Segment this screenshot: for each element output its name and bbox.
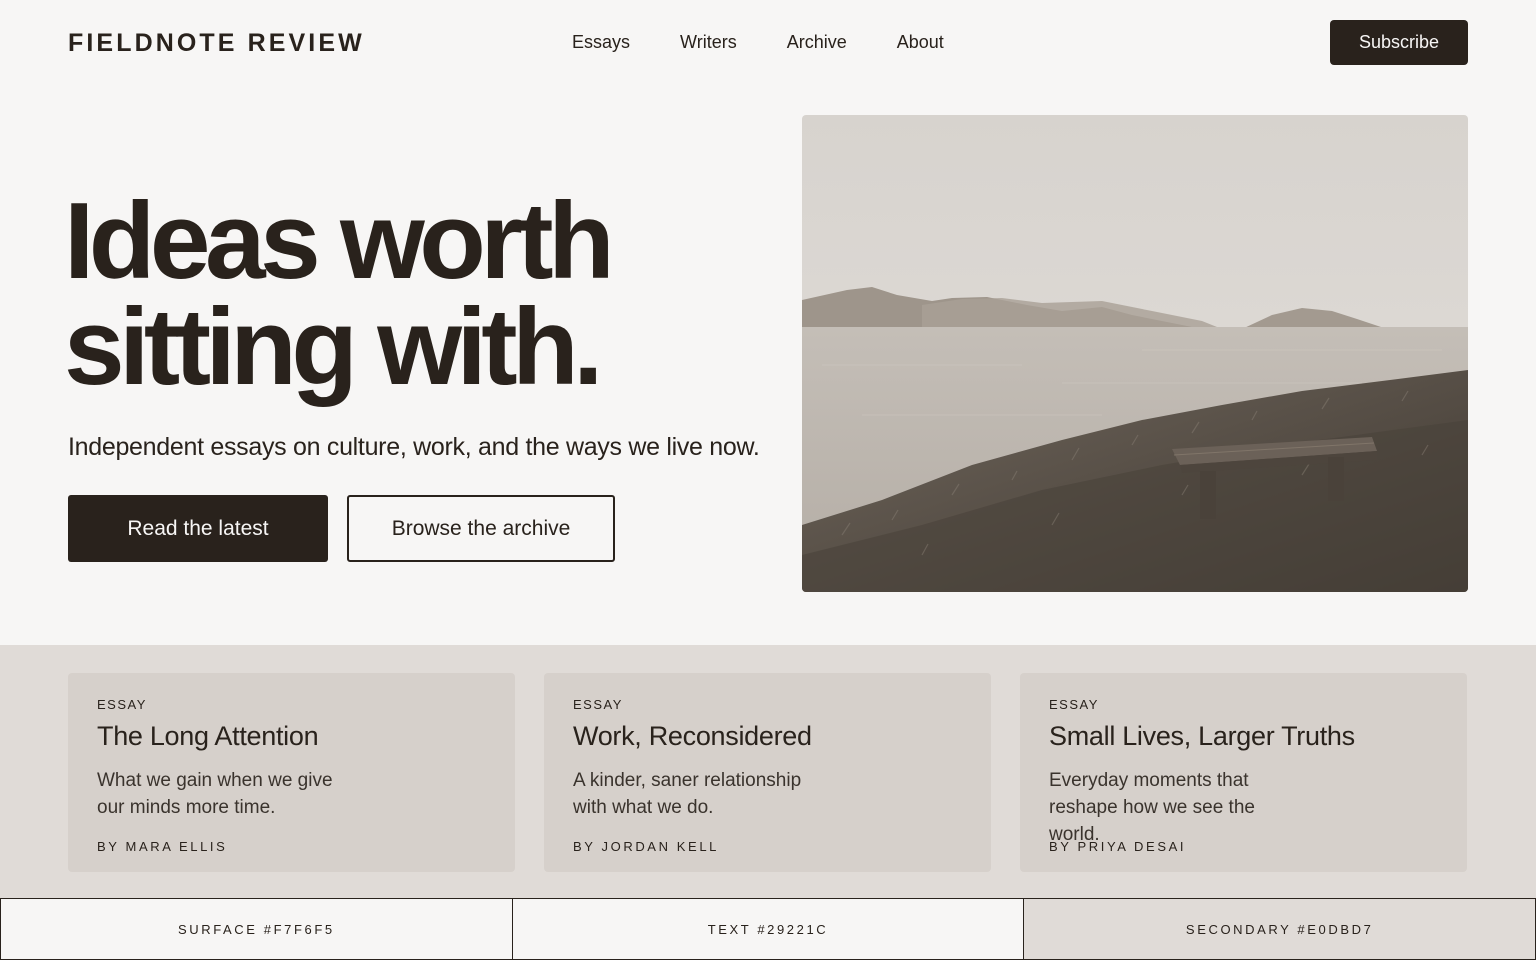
site-header: FIELDNOTE REVIEW Essays Writers Archive … (0, 0, 1536, 86)
swatch-secondary: SECONDARY #E0DBD7 (1024, 898, 1536, 960)
color-swatch-strip: SURFACE #F7F6F5 TEXT #29221C SECONDARY #… (0, 898, 1536, 960)
essay-description: Everyday moments that reshape how we see… (1049, 767, 1309, 848)
essay-description: A kinder, saner relationship with what w… (573, 767, 833, 821)
essay-kicker: ESSAY (573, 697, 623, 712)
essay-card[interactable]: ESSAY Work, Reconsidered A kinder, saner… (544, 673, 991, 872)
essay-byline: BY PRIYA DESAI (1049, 839, 1187, 854)
essay-title[interactable]: Work, Reconsidered (573, 721, 812, 752)
essay-card[interactable]: ESSAY The Long Attention What we gain wh… (68, 673, 515, 872)
essay-byline: BY MARA ELLIS (97, 839, 228, 854)
browse-archive-button[interactable]: Browse the archive (347, 495, 615, 562)
hero-headline-line-1: Ideas worth (64, 180, 615, 302)
essay-description-line: Everyday moments that (1049, 770, 1249, 791)
essay-card[interactable]: ESSAY Small Lives, Larger Truths Everyda… (1020, 673, 1467, 872)
essay-byline: BY JORDAN KELL (573, 839, 719, 854)
essay-title[interactable]: Small Lives, Larger Truths (1049, 721, 1355, 752)
essay-description-line: A kinder, saner relationship (573, 770, 802, 791)
subscribe-button[interactable]: Subscribe (1330, 20, 1468, 65)
nav-link-writers[interactable]: Writers (680, 32, 737, 53)
hero-headline-line-2: sitting with. (64, 286, 603, 408)
swatch-surface: SURFACE #F7F6F5 (0, 898, 513, 960)
essay-kicker: ESSAY (97, 697, 147, 712)
essay-description-line: with what we do. (573, 797, 714, 818)
essay-description: What we gain when we give our minds more… (97, 767, 357, 821)
swatch-text: TEXT #29221C (512, 898, 1025, 960)
featured-essays: ESSAY The Long Attention What we gain wh… (0, 645, 1536, 898)
nav-link-essays[interactable]: Essays (572, 32, 630, 53)
read-latest-button[interactable]: Read the latest (68, 495, 328, 562)
essay-description-line: our minds more time. (97, 797, 276, 818)
hero-image (802, 115, 1468, 592)
site-logo[interactable]: FIELDNOTE REVIEW (68, 29, 365, 58)
nav-link-about[interactable]: About (897, 32, 944, 53)
nav-link-archive[interactable]: Archive (787, 32, 847, 53)
hero-headline: Ideas worth sitting with. (64, 180, 615, 408)
essay-title[interactable]: The Long Attention (97, 721, 319, 752)
hero-subheadline: Independent essays on culture, work, and… (68, 433, 760, 461)
essay-kicker: ESSAY (1049, 697, 1099, 712)
essay-description-line: What we gain when we give (97, 770, 333, 791)
main-nav: Essays Writers Archive About (572, 32, 994, 53)
